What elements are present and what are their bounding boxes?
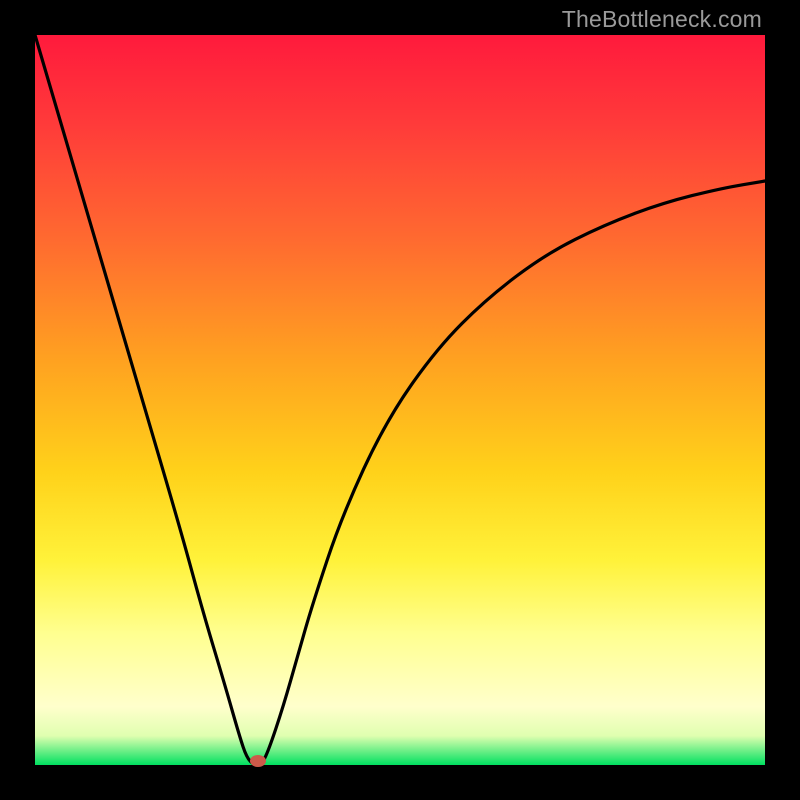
curve-svg	[35, 35, 765, 765]
minimum-marker	[250, 755, 266, 767]
watermark-text: TheBottleneck.com	[562, 6, 762, 33]
chart-frame: TheBottleneck.com	[0, 0, 800, 800]
bottleneck-curve	[35, 35, 765, 765]
